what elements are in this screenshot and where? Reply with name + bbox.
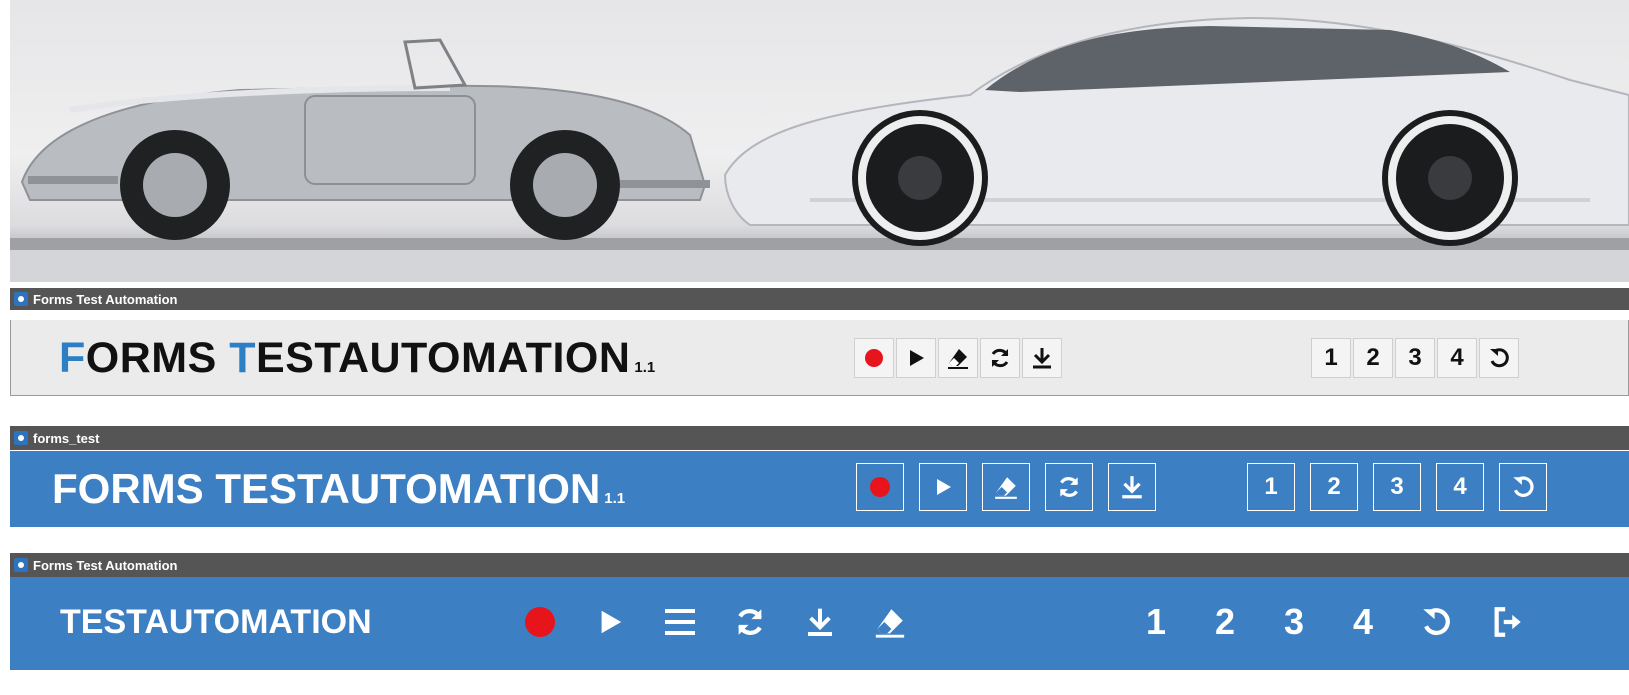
record-icon: [525, 607, 555, 637]
undo-icon: [1513, 476, 1534, 497]
refresh-button[interactable]: [980, 338, 1020, 378]
preset-4-button[interactable]: 4: [1341, 599, 1385, 645]
record-button[interactable]: [854, 338, 894, 378]
download-icon: [1122, 476, 1142, 499]
logout-icon: [1494, 607, 1521, 637]
preset-4-button[interactable]: 4: [1437, 338, 1477, 378]
window2-toolbar: FORMS TESTAUTOMATION 1.1 1 2 3 4: [10, 451, 1629, 527]
download-button[interactable]: [798, 599, 842, 645]
window1-title: Forms Test Automation: [33, 291, 178, 307]
eraser-button[interactable]: [982, 463, 1030, 511]
download-icon: [1033, 348, 1051, 369]
window2-title: forms_test: [33, 430, 100, 446]
preset-1-button[interactable]: 1: [1311, 338, 1351, 378]
menu-button[interactable]: [658, 599, 702, 645]
undo-icon: [1423, 608, 1450, 636]
refresh-button[interactable]: [728, 599, 772, 645]
version-label: 1.1: [634, 359, 656, 376]
preset-2-button[interactable]: 2: [1310, 463, 1358, 511]
record-button[interactable]: [856, 463, 904, 511]
hero-car-image: [10, 0, 1629, 282]
menu-icon: [665, 609, 695, 635]
reset-button[interactable]: [1499, 463, 1547, 511]
window3-title: Forms Test Automation: [33, 557, 178, 573]
refresh-icon: [738, 609, 762, 635]
undo-icon: [1490, 348, 1509, 368]
refresh-icon: [1059, 477, 1079, 497]
play-button[interactable]: [919, 463, 967, 511]
download-button[interactable]: [1022, 338, 1062, 378]
app-icon: [14, 431, 28, 445]
window1-heading: FORMS TESTAUTOMATION 1.1: [59, 334, 656, 382]
version-label: 1.1: [604, 490, 626, 507]
app-icon: [14, 558, 28, 572]
reset-button[interactable]: [1414, 599, 1458, 645]
window3-heading: TESTAUTOMATION: [60, 603, 372, 641]
preset-4-button[interactable]: 4: [1436, 463, 1484, 511]
download-button[interactable]: [1108, 463, 1156, 511]
record-icon: [865, 349, 883, 367]
window1-titlebar: Forms Test Automation: [10, 288, 1629, 310]
eraser-icon: [948, 349, 968, 369]
window3-titlebar: Forms Test Automation: [10, 553, 1629, 577]
preset-2-button[interactable]: 2: [1353, 338, 1393, 378]
play-button[interactable]: [588, 599, 632, 645]
preset-3-button[interactable]: 3: [1373, 463, 1421, 511]
refresh-icon: [991, 348, 1009, 368]
refresh-button[interactable]: [1045, 463, 1093, 511]
reset-button[interactable]: [1479, 338, 1519, 378]
app-icon: [14, 292, 28, 306]
eraser-icon: [995, 477, 1017, 499]
eraser-icon: [875, 609, 905, 638]
preset-3-button[interactable]: 3: [1272, 599, 1316, 645]
window2-heading: FORMS TESTAUTOMATION 1.1: [52, 465, 626, 512]
download-icon: [808, 608, 832, 636]
preset-3-button[interactable]: 3: [1395, 338, 1435, 378]
window3-toolbar: TESTAUTOMATION 1 2 3 4: [10, 577, 1629, 670]
play-icon: [937, 479, 951, 495]
preset-1-button[interactable]: 1: [1247, 463, 1295, 511]
window1-toolbar: FORMS TESTAUTOMATION 1.1 1 2 3 4: [10, 320, 1629, 396]
exit-button[interactable]: [1486, 599, 1530, 645]
play-icon: [910, 350, 924, 366]
eraser-button[interactable]: [868, 599, 912, 645]
record-icon: [870, 477, 890, 497]
eraser-button[interactable]: [938, 338, 978, 378]
play-button[interactable]: [896, 338, 936, 378]
record-button[interactable]: [518, 599, 562, 645]
preset-2-button[interactable]: 2: [1203, 599, 1247, 645]
play-icon: [601, 610, 622, 634]
window2-titlebar: forms_test: [10, 426, 1629, 450]
preset-1-button[interactable]: 1: [1134, 599, 1178, 645]
